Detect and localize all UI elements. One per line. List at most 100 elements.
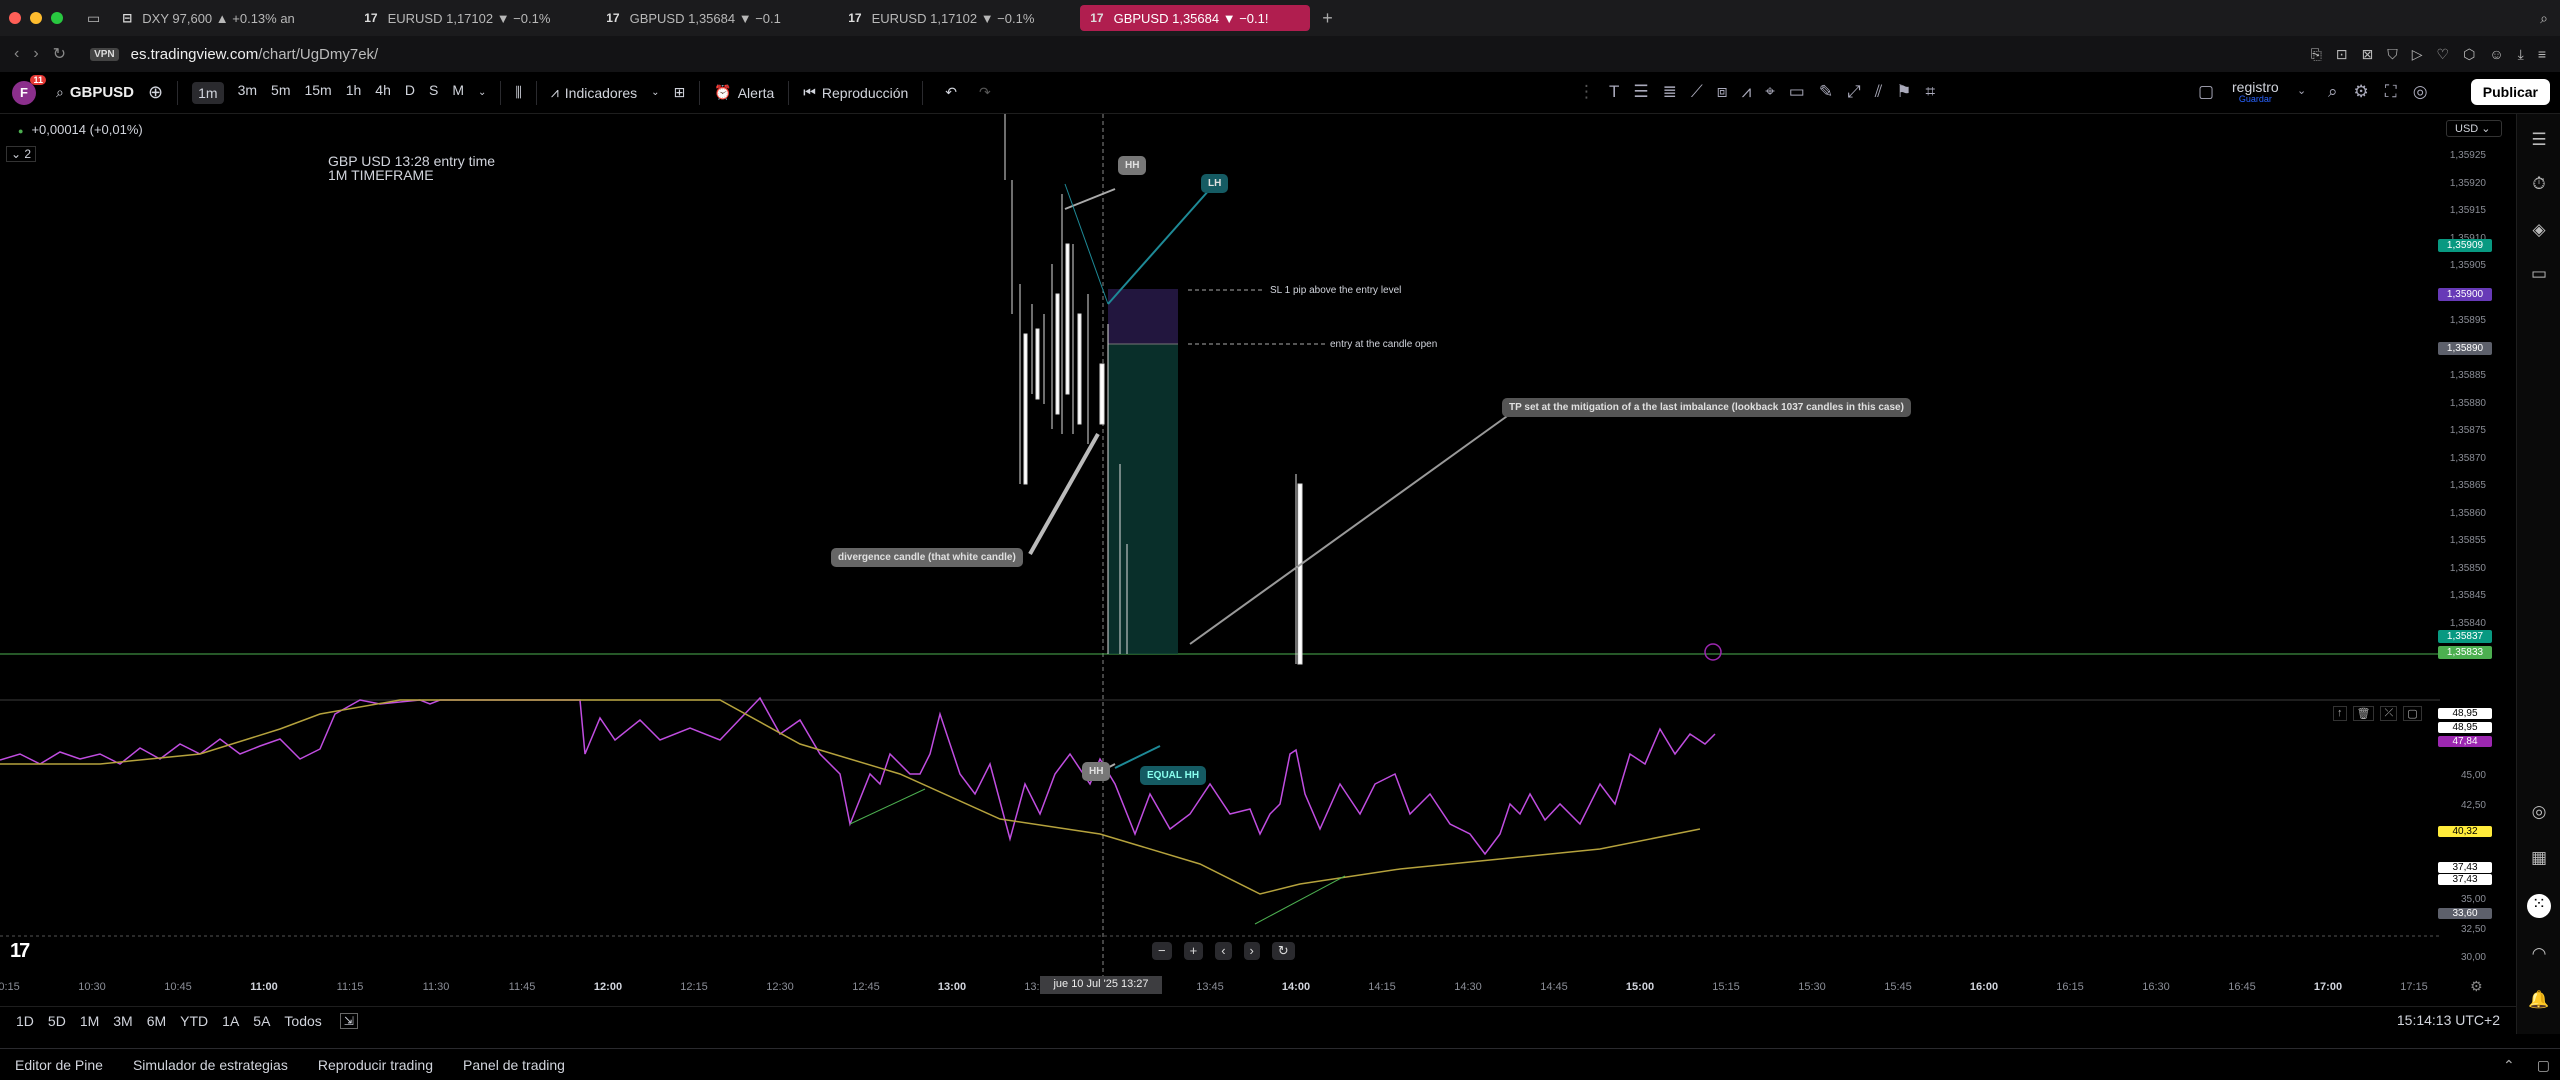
- shield-icon[interactable]: ⛉: [2387, 46, 2398, 63]
- adblock-icon[interactable]: ⊠: [2362, 46, 2374, 63]
- download-icon[interactable]: ⤓: [2518, 46, 2524, 63]
- pane-maximize-icon[interactable]: ▢: [2403, 706, 2422, 721]
- fullscreen-icon[interactable]: ⛶: [2385, 82, 2397, 102]
- crosshair-tool-icon[interactable]: ⌗: [1926, 82, 1936, 102]
- rsi-equal-hh-callout[interactable]: EQUAL HH: [1140, 766, 1207, 785]
- gear-icon[interactable]: ⚙: [2354, 82, 2369, 102]
- footer-tab[interactable]: Reproducir trading: [318, 1057, 433, 1073]
- chevron-down-icon[interactable]: ⌄: [478, 87, 486, 98]
- range-1m[interactable]: 1M: [80, 1013, 99, 1029]
- alerts-icon[interactable]: ⏱: [2527, 174, 2551, 198]
- reset-chart-button[interactable]: ↻: [1271, 942, 1295, 960]
- divergence-callout[interactable]: divergence candle (that white candle): [831, 548, 1023, 567]
- templates-icon[interactable]: ⊞: [674, 84, 686, 101]
- replay-button[interactable]: Reproducción: [822, 85, 908, 101]
- browser-tab[interactable]: 17 EURUSD 1,17102 ▼ −0.1%: [838, 5, 1068, 31]
- reload-icon[interactable]: ↻: [53, 44, 66, 64]
- vpn-badge[interactable]: VPN: [90, 47, 119, 61]
- alarm-icon[interactable]: ⏰: [714, 84, 731, 101]
- tp-callout[interactable]: TP set at the mitigation of a the last i…: [1502, 398, 1911, 417]
- timeframe-D[interactable]: D: [405, 82, 415, 104]
- heart-icon[interactable]: ♡: [2437, 46, 2450, 63]
- drag-handle-icon[interactable]: ⋮: [1578, 82, 1595, 102]
- rectangle-tool-icon[interactable]: ⧈: [1717, 82, 1728, 102]
- chevron-down-icon[interactable]: ⌄: [651, 87, 659, 98]
- publish-button[interactable]: Publicar: [2470, 79, 2550, 105]
- candle-type-icon[interactable]: ⫼: [515, 84, 521, 101]
- range-1a[interactable]: 1A: [222, 1013, 239, 1029]
- pane-collapse-icon[interactable]: ⤫: [2380, 706, 2398, 721]
- indicators-icon[interactable]: ⩘: [551, 84, 559, 101]
- forward-icon[interactable]: ›: [33, 45, 38, 63]
- brush-tool-icon[interactable]: ✎: [1819, 82, 1833, 102]
- browser-tab[interactable]: 17 GBPUSD 1,35684 ▼ −0.1!: [1080, 5, 1311, 31]
- apps-icon[interactable]: ⁙: [2527, 894, 2551, 918]
- text-tool-icon[interactable]: T: [1609, 82, 1619, 102]
- bell-icon[interactable]: 🔔: [2527, 990, 2551, 1014]
- range-3m[interactable]: 3M: [113, 1013, 132, 1029]
- clock[interactable]: 15:14:13 UTC+2: [2397, 1012, 2500, 1028]
- maximize-window-button[interactable]: [51, 12, 63, 24]
- search-icon[interactable]: ⌕: [2328, 82, 2338, 102]
- url-field[interactable]: es.tradingview.com/chart/UgDmy7ek/: [131, 46, 379, 63]
- hh-callout[interactable]: HH: [1118, 156, 1147, 175]
- new-tab-button[interactable]: +: [1322, 8, 1333, 29]
- play-icon[interactable]: ▷: [2412, 46, 2423, 63]
- sidebar-toggle-icon[interactable]: ▭: [87, 10, 100, 27]
- range-ytd[interactable]: YTD: [180, 1013, 208, 1029]
- screenshot-icon[interactable]: ⊡: [2336, 46, 2348, 63]
- back-icon[interactable]: ‹: [14, 45, 19, 63]
- sl-note[interactable]: SL 1 pip above the entry level: [1270, 285, 1401, 296]
- tradingview-logo[interactable]: 17: [10, 940, 30, 963]
- fib-tool-icon[interactable]: ☰: [1633, 82, 1648, 102]
- minimize-window-button[interactable]: [30, 12, 42, 24]
- target-icon[interactable]: ◎: [2527, 802, 2551, 826]
- range-todos[interactable]: Todos: [284, 1013, 321, 1029]
- range-5d[interactable]: 5D: [48, 1013, 66, 1029]
- replay-icon[interactable]: ⏮: [803, 84, 816, 101]
- extensions-icon[interactable]: ⬡: [2463, 46, 2475, 63]
- channel-tool-icon[interactable]: ≣: [1663, 82, 1677, 102]
- footer-tab[interactable]: Simulador de estrategias: [133, 1057, 288, 1073]
- undo-icon[interactable]: ↶: [945, 84, 957, 101]
- timeframe-15m[interactable]: 15m: [304, 82, 331, 104]
- add-symbol-icon[interactable]: ⊕: [148, 82, 163, 103]
- footer-tab[interactable]: Editor de Pine: [15, 1057, 103, 1073]
- zoom-in-button[interactable]: +: [1183, 942, 1204, 960]
- timeframe-1m[interactable]: 1m: [192, 81, 224, 104]
- browser-tab[interactable]: 17 GBPUSD 1,35684 ▼ −0.1: [596, 5, 826, 31]
- profile-icon[interactable]: ☺: [2489, 46, 2503, 63]
- chart-note[interactable]: GBP USD 13:28 entry time 1M TIMEFRAME: [328, 154, 495, 182]
- symbol-label[interactable]: GBPUSD: [70, 84, 134, 101]
- bookmark-icon[interactable]: ⎘: [2311, 46, 2322, 63]
- flag-tool-icon[interactable]: ⚑: [1896, 82, 1911, 102]
- collapse-panel-icon[interactable]: ⌃: [2503, 1057, 2515, 1074]
- parallel-tool-icon[interactable]: ⫽: [1875, 82, 1883, 102]
- redo-icon[interactable]: ↷: [979, 84, 991, 101]
- range-5a[interactable]: 5A: [253, 1013, 270, 1029]
- chevron-down-icon[interactable]: ⌄: [2297, 84, 2306, 97]
- alert-marker[interactable]: [1704, 643, 1722, 661]
- layout-icon[interactable]: ▢: [2198, 82, 2214, 102]
- watchlist-icon[interactable]: ☰: [2527, 130, 2551, 154]
- menu-icon[interactable]: ≡: [2538, 46, 2546, 63]
- time-axis[interactable]: 10:15 10:30 10:45 11:00 11:15 11:30 11:45 12:00…: [0, 978, 2490, 998]
- pin-tool-icon[interactable]: ⌖: [1765, 82, 1775, 102]
- timeframe-M[interactable]: M: [452, 82, 464, 104]
- pattern-tool-icon[interactable]: ⩘: [1742, 82, 1752, 102]
- lh-callout[interactable]: LH: [1201, 174, 1229, 193]
- price-axis[interactable]: USD ⌄ 1,35925 1,35920 1,35915 1,35910 1,3590…: [2438, 114, 2502, 980]
- maximize-panel-icon[interactable]: ▢: [2537, 1057, 2550, 1074]
- scroll-left-button[interactable]: ‹: [1215, 942, 1232, 960]
- camera-icon[interactable]: ◎: [2413, 82, 2428, 102]
- pane-up-icon[interactable]: ↑: [2333, 706, 2347, 721]
- timeframe-4h[interactable]: 4h: [375, 82, 391, 104]
- pane-delete-icon[interactable]: 🗑: [2352, 706, 2375, 721]
- trendline-tool-icon[interactable]: ⟋: [1691, 82, 1703, 102]
- range-6m[interactable]: 6M: [147, 1013, 166, 1029]
- rsi-hh-callout[interactable]: HH: [1082, 762, 1111, 781]
- range-1d[interactable]: 1D: [16, 1013, 34, 1029]
- alert-button[interactable]: Alerta: [738, 85, 775, 101]
- timeframe-1h[interactable]: 1h: [346, 82, 362, 104]
- scroll-right-button[interactable]: ›: [1243, 942, 1260, 960]
